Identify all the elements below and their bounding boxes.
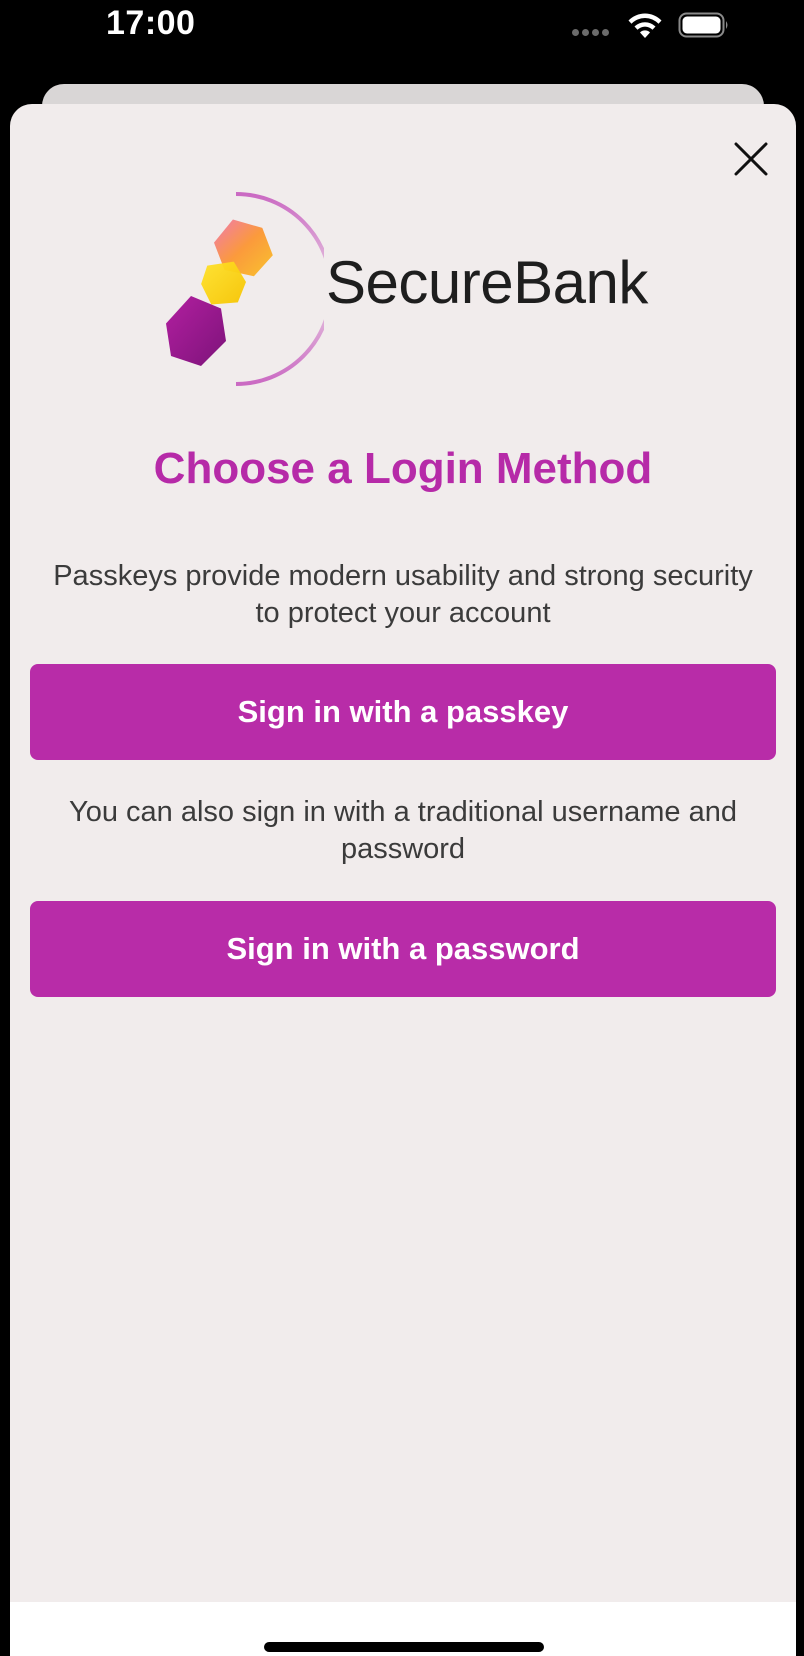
brand-logo: SecureBank <box>150 192 670 392</box>
login-method-sheet: SecureBank Choose a Login Method Passkey… <box>10 104 796 1656</box>
password-description: You can also sign in with a traditional … <box>69 796 737 865</box>
signal-dots-icon <box>572 29 616 37</box>
brand-name: SecureBank <box>326 249 648 316</box>
passkey-description: Passkeys provide modern usability and st… <box>53 560 753 629</box>
home-indicator[interactable] <box>264 1642 544 1652</box>
hexagon-logo-icon <box>166 192 324 386</box>
close-icon[interactable] <box>726 134 776 184</box>
sign-in-password-button[interactable]: Sign in with a password <box>30 901 776 997</box>
wifi-icon <box>628 13 662 38</box>
status-bar: 17:00 <box>0 0 804 60</box>
sign-in-passkey-button[interactable]: Sign in with a passkey <box>30 664 776 760</box>
battery-icon <box>678 12 728 38</box>
status-time: 17:00 <box>106 4 196 42</box>
phone-screen: 17:00 SecureBank Choose a Login Method P… <box>0 0 804 1656</box>
page-title: Choose a Login Method <box>153 444 653 493</box>
